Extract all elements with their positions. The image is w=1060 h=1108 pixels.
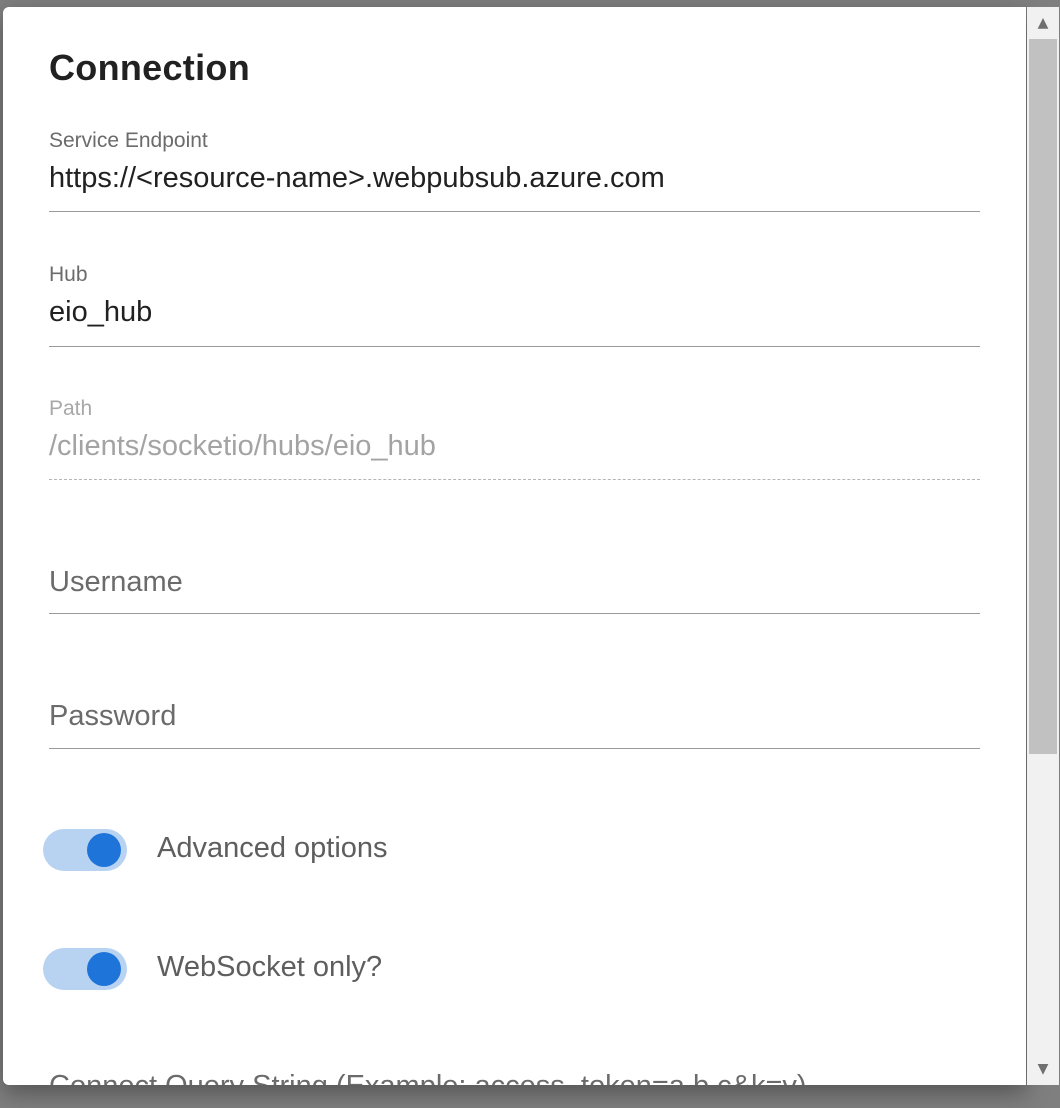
dialog-scrollbar[interactable]: ▲ ▼ (1027, 7, 1059, 1085)
username-field[interactable]: Username (49, 563, 980, 615)
path-label: Path (49, 397, 93, 420)
websocket-only-switch-knob (87, 952, 121, 986)
scroll-up-arrow-icon[interactable]: ▲ (1027, 7, 1059, 39)
connection-dialog: Connection Service Endpoint https://<res… (3, 7, 1026, 1085)
websocket-only-switch[interactable] (43, 948, 127, 990)
service-endpoint-label: Service Endpoint (49, 129, 208, 152)
hub-field[interactable]: Hub eio_hub (49, 261, 980, 347)
path-underline (49, 479, 980, 480)
username-underline (49, 613, 980, 614)
dialog-title: Connection (49, 47, 250, 88)
advanced-options-toggle-row[interactable]: Advanced options (43, 829, 743, 873)
password-underline (49, 748, 980, 749)
service-endpoint-field[interactable]: Service Endpoint https://<resource-name>… (49, 127, 980, 213)
service-endpoint-underline (49, 211, 980, 212)
advanced-options-switch-knob (87, 833, 121, 867)
websocket-only-label[interactable]: WebSocket only? (157, 951, 382, 984)
scrollbar-thumb[interactable] (1029, 39, 1057, 754)
path-input: /clients/socketio/hubs/eio_hub (49, 430, 436, 462)
scroll-down-arrow-icon[interactable]: ▼ (1027, 1053, 1059, 1085)
username-input[interactable]: Username (49, 566, 183, 599)
hub-underline (49, 346, 980, 347)
hub-label: Hub (49, 263, 88, 286)
path-field: Path /clients/socketio/hubs/eio_hub (49, 395, 980, 481)
hub-input[interactable]: eio_hub (49, 296, 152, 329)
advanced-options-switch[interactable] (43, 829, 127, 871)
service-endpoint-input[interactable]: https://<resource-name>.webpubsub.azure.… (49, 162, 665, 195)
password-input[interactable]: Password (49, 700, 176, 733)
websocket-only-toggle-row[interactable]: WebSocket only? (43, 948, 743, 992)
advanced-options-label[interactable]: Advanced options (157, 832, 388, 865)
connect-query-string-label: Connect Query String (Example: access_to… (49, 1070, 807, 1085)
password-field[interactable]: Password (49, 697, 980, 749)
